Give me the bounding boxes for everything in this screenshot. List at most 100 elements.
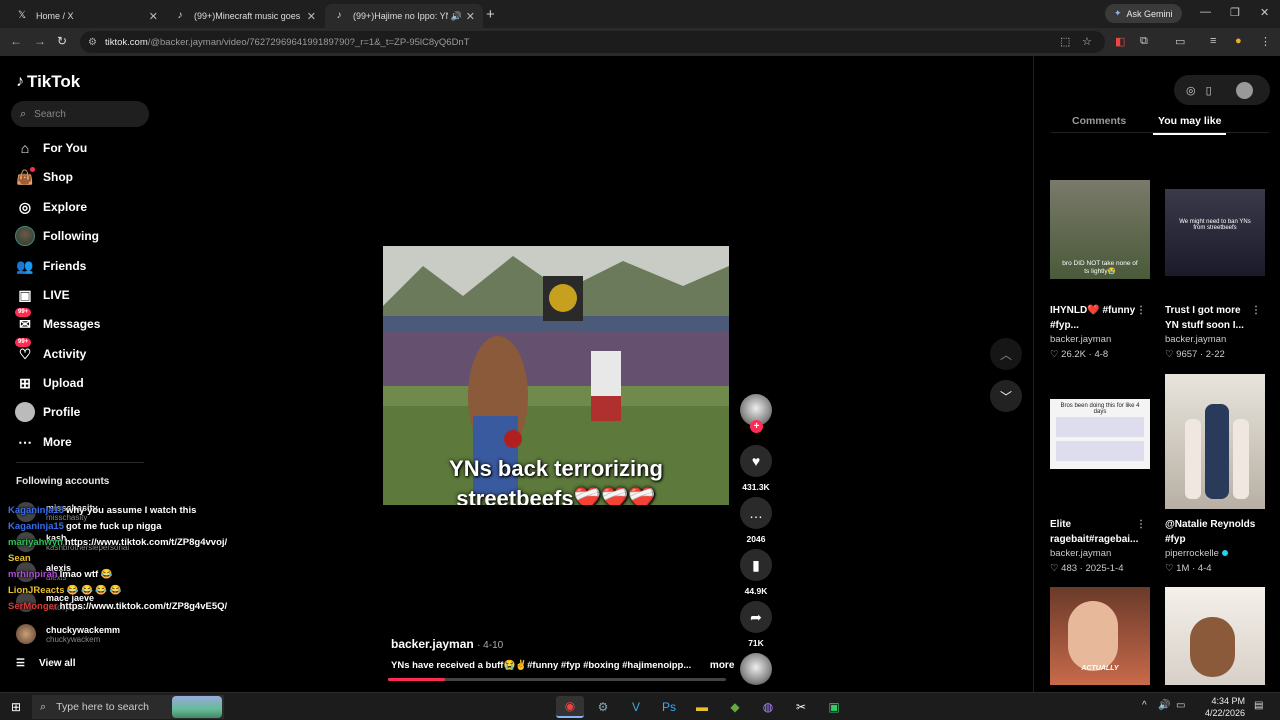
speaker-icon[interactable]: 🔊 bbox=[451, 11, 462, 22]
recommended-video-card[interactable]: Bros been doing this for like 4 days Eli… bbox=[1050, 399, 1150, 574]
back-icon[interactable]: ← bbox=[10, 34, 22, 48]
chat-message: Kaganinja15 got me fuck up nigga bbox=[8, 521, 162, 532]
sidebar-item-for-you[interactable]: ⌂ For You bbox=[15, 137, 155, 159]
profile-icon[interactable]: ● bbox=[1235, 35, 1242, 47]
app-icon[interactable]: ▣ bbox=[820, 696, 848, 718]
system-clock[interactable]: 4:34 PM 4/22/2026 bbox=[1199, 695, 1245, 719]
search-icon: ⌕ bbox=[40, 700, 47, 713]
tray-chevron-icon[interactable]: ^ bbox=[1142, 700, 1147, 711]
search-input[interactable]: ⌕ Search bbox=[11, 101, 149, 127]
windows-taskbar: ⊞ ⌕ Type here to search ◉ ⚙ V Ps ▬ ◆ ◍ ✂… bbox=[0, 692, 1280, 720]
extensions-icon[interactable]: ⧉ bbox=[1140, 35, 1148, 48]
save-button[interactable]: ▮ 44.9K bbox=[738, 549, 774, 596]
recommended-video-card[interactable]: @Natalie Reynolds #fyp piperrockelle ♡ 1… bbox=[1165, 374, 1265, 574]
tab-you-may-like[interactable]: You may like bbox=[1152, 115, 1227, 135]
following-accounts-header: Following accounts bbox=[16, 476, 110, 487]
sidebar-item-friends[interactable]: 👥 Friends bbox=[15, 255, 155, 277]
video-author[interactable]: backer.jayman · 4-10 bbox=[391, 637, 503, 651]
sidebar-item-following[interactable]: Following bbox=[15, 225, 155, 247]
tab-minecraft-music[interactable]: ♪ (99+)Minecraft music goes hard ✕ bbox=[166, 4, 324, 28]
windows-start-icon[interactable]: ⊞ bbox=[2, 696, 30, 718]
card-stats: ♡ 1M · 4-4 bbox=[1165, 563, 1212, 574]
new-tab-button[interactable]: + bbox=[486, 6, 495, 23]
forward-icon[interactable]: → bbox=[34, 34, 46, 48]
close-tab-icon[interactable]: ✕ bbox=[466, 10, 475, 23]
bookmark-icon: ▮ bbox=[740, 549, 772, 581]
media-controls-icon[interactable]: ≡ bbox=[1210, 35, 1216, 47]
photoshop-icon[interactable]: Ps bbox=[655, 696, 683, 718]
sidebar-item-live[interactable]: ▣ LIVE bbox=[15, 284, 155, 306]
chat-message: mrhinpirah lmao wtf 😂 bbox=[8, 569, 113, 580]
comment-button[interactable]: … 2046 bbox=[738, 497, 774, 544]
tiktok-note-icon: ♪ bbox=[16, 73, 24, 90]
vegas-icon[interactable]: V bbox=[622, 696, 650, 718]
follow-plus-icon[interactable]: + bbox=[750, 420, 763, 433]
device-icon[interactable]: ▯ bbox=[1206, 84, 1212, 97]
more-options-icon[interactable]: ⋮ bbox=[1136, 517, 1146, 532]
tiktok-page: ♪ TikTok ⌕ Search ⌂ For You 👜 Shop ◎ Exp… bbox=[0, 56, 1280, 692]
video-caption-line1: YNs back terrorizing bbox=[449, 456, 663, 481]
menu-dots-icon[interactable]: ⋮ bbox=[1260, 35, 1271, 48]
cast-icon[interactable]: ▭ bbox=[1175, 35, 1185, 48]
tiktok-logo[interactable]: ♪ TikTok bbox=[16, 72, 80, 92]
tab-comments[interactable]: Comments bbox=[1072, 115, 1126, 127]
card-author: piperrockelle bbox=[1165, 548, 1265, 559]
recommended-video-card[interactable]: ACTUALLY bbox=[1050, 587, 1150, 685]
capcut-icon[interactable]: ✂ bbox=[787, 696, 815, 718]
restore-icon[interactable]: ❐ bbox=[1230, 6, 1240, 19]
video-thumbnail bbox=[1165, 587, 1265, 685]
sidebar-item-more[interactable]: ⋯ More bbox=[15, 431, 155, 453]
reload-icon[interactable]: ↻ bbox=[57, 34, 67, 48]
recommended-video-card[interactable] bbox=[1165, 587, 1265, 685]
sidebar-item-upload[interactable]: ⊞ Upload bbox=[15, 372, 155, 394]
steam-icon[interactable]: ⚙ bbox=[589, 696, 617, 718]
extension-red-icon[interactable]: ◧ bbox=[1115, 35, 1125, 48]
next-video-button[interactable]: ﹀ bbox=[990, 380, 1022, 412]
sidebar-item-explore[interactable]: ◎ Explore bbox=[15, 196, 155, 218]
compass-icon[interactable]: ◎ bbox=[1186, 84, 1196, 97]
notifications-icon[interactable]: ▤ bbox=[1254, 700, 1263, 711]
more-button[interactable]: more bbox=[710, 660, 734, 671]
close-tab-icon[interactable]: ✕ bbox=[307, 10, 316, 23]
sidebar-item-shop[interactable]: 👜 Shop bbox=[15, 166, 155, 188]
network-icon[interactable]: ▭ bbox=[1176, 700, 1185, 711]
file-explorer-icon[interactable]: ▬ bbox=[688, 696, 716, 718]
gemini-icon: ✦ bbox=[1114, 8, 1122, 18]
tab-home-x[interactable]: 𝕏 Home / X ✕ bbox=[8, 4, 166, 28]
card-stats: ♡ 483 · 2025-1-4 bbox=[1050, 563, 1124, 574]
sidebar-item-messages[interactable]: ✉ 99+ Messages bbox=[15, 308, 155, 335]
bookmark-star-icon[interactable]: ☆ bbox=[1082, 35, 1092, 48]
install-app-icon[interactable]: ⬚ bbox=[1060, 35, 1070, 48]
recommended-video-card[interactable]: We might need to ban YNs from streetbeef… bbox=[1165, 189, 1265, 360]
view-all-button[interactable]: ☰ View all bbox=[16, 658, 75, 669]
recommended-video-card[interactable]: bro DID NOT take none of ts lightly😭 IHY… bbox=[1050, 180, 1150, 360]
ask-gemini-button[interactable]: ✦ Ask Gemini bbox=[1105, 4, 1182, 23]
chrome-icon[interactable]: ◉ bbox=[556, 696, 584, 718]
site-info-icon[interactable]: ⚙ bbox=[88, 37, 97, 48]
like-button[interactable]: ♥ 431.3K bbox=[738, 445, 774, 492]
video-progress-bar[interactable] bbox=[388, 678, 726, 681]
sidebar-item-profile[interactable]: Profile bbox=[15, 401, 155, 423]
address-bar[interactable]: ⚙ tiktok.com /@backer.jayman/video/76272… bbox=[80, 31, 1105, 53]
taskbar-search-input[interactable]: ⌕ Type here to search bbox=[32, 695, 224, 719]
following-account[interactable]: chuckywackemm chuckywackem bbox=[16, 622, 120, 646]
chat-message: Sean bbox=[8, 553, 31, 564]
minecraft-icon[interactable]: ◆ bbox=[721, 696, 749, 718]
volume-icon[interactable]: 🔊 bbox=[1158, 700, 1170, 711]
more-icon: ⋯ bbox=[18, 433, 32, 450]
share-button[interactable]: ➦ 71K bbox=[738, 601, 774, 648]
minimize-icon[interactable]: — bbox=[1200, 6, 1211, 18]
more-options-icon[interactable]: ⋮ bbox=[1251, 303, 1261, 318]
close-tab-icon[interactable]: ✕ bbox=[149, 10, 158, 23]
sidebar-item-activity[interactable]: ♡ 99+ Activity bbox=[15, 338, 155, 365]
avatar bbox=[16, 624, 36, 644]
more-options-icon[interactable]: ⋮ bbox=[1136, 303, 1146, 318]
video-player[interactable]: YNs back terrorizing streetbeefs❤️‍🩹❤️‍🩹… bbox=[383, 246, 729, 505]
close-window-icon[interactable]: ✕ bbox=[1260, 6, 1269, 19]
card-title: IHYNLD❤️ #funny ⋮ bbox=[1050, 303, 1146, 318]
discord-icon[interactable]: ◍ bbox=[754, 696, 782, 718]
user-avatar[interactable] bbox=[1235, 81, 1253, 99]
previous-video-button[interactable]: ︿ bbox=[990, 338, 1022, 370]
tab-hajime-no-ippo[interactable]: ♪ (99+)Hajime no Ippo: YN B 🔊 ✕ bbox=[325, 4, 483, 28]
music-disc-avatar[interactable] bbox=[740, 653, 772, 685]
